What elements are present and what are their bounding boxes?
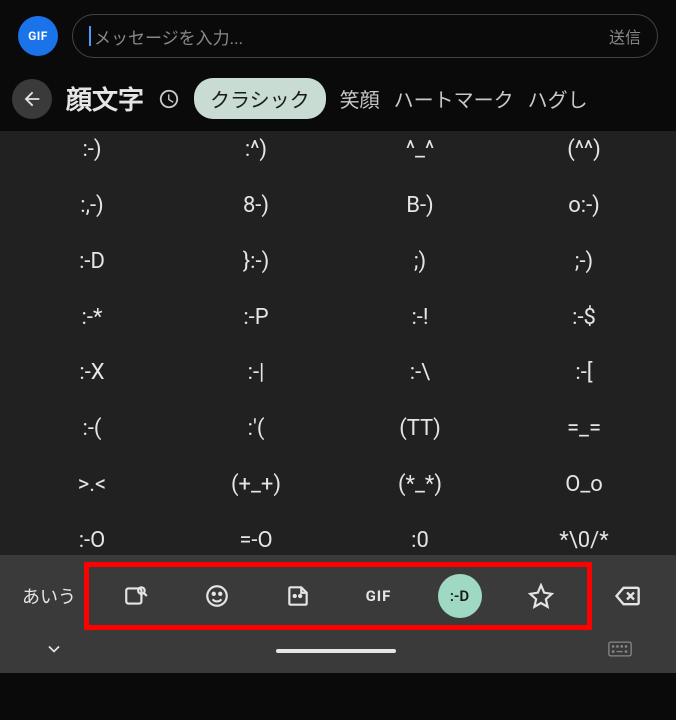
emoticon-cell[interactable]: >.< [10, 470, 174, 500]
category-bar: 顔文字 クラシック 笑顔 ハートマーク ハグし [0, 72, 676, 131]
system-nav-row [14, 625, 662, 667]
collapse-button[interactable] [44, 639, 64, 663]
emoticon-cell[interactable]: :-\ [338, 358, 502, 388]
arrow-left-icon [21, 88, 43, 110]
send-button[interactable]: 送信 [609, 24, 641, 48]
backspace-button[interactable] [592, 582, 662, 610]
emoji-icon [204, 583, 230, 609]
favorites-button[interactable] [519, 574, 563, 618]
emoticon-cell[interactable]: (TT) [338, 414, 502, 444]
emoticon-cell[interactable]: O_o [502, 470, 666, 500]
emoticon-cell[interactable]: :-O [10, 525, 174, 555]
backspace-icon [613, 582, 641, 610]
emoticon-cell[interactable]: :^) [174, 135, 338, 165]
emoticon-cell[interactable]: B-) [338, 191, 502, 221]
tab-heart[interactable]: ハートマーク [394, 84, 514, 113]
sticker-button[interactable] [276, 574, 320, 618]
recent-icon[interactable] [158, 88, 180, 110]
back-button[interactable] [12, 79, 52, 119]
emoticon-cell[interactable]: :-[ [502, 358, 666, 388]
emoticon-cell[interactable]: :-$ [502, 302, 666, 332]
emoticon-cell[interactable]: :-D [10, 247, 174, 277]
emoticon-cell[interactable]: =_= [502, 414, 666, 444]
emoticon-cell[interactable]: (^^) [502, 135, 666, 165]
emoticon-cell[interactable]: :-( [10, 414, 174, 444]
emoticon-grid: :-) :^) ^_^ (^^) :,-) 8-) B-) o:-) :-D }… [0, 131, 676, 555]
emoticon-cell[interactable]: *\0/* [502, 525, 666, 555]
tab-hug[interactable]: ハグし [528, 84, 588, 113]
emoticon-cell[interactable]: :-* [10, 302, 174, 332]
image-search-button[interactable] [114, 574, 158, 618]
tab-classic[interactable]: クラシック [194, 78, 326, 119]
emoticon-cell[interactable]: ;-) [502, 247, 666, 277]
sticker-icon [285, 583, 311, 609]
emoticon-cell[interactable]: :0 [338, 525, 502, 555]
emoticon-cell[interactable]: }:-) [174, 247, 338, 277]
emoticon-cell[interactable]: ;) [338, 247, 502, 277]
emoticon-cell[interactable]: ^_^ [338, 135, 502, 165]
emoticon-cell[interactable]: :,-) [10, 191, 174, 221]
emoticon-cell[interactable]: :-) [10, 135, 174, 165]
chevron-down-icon [44, 639, 64, 659]
text-cursor [89, 26, 91, 46]
emoticon-cell[interactable]: :-X [10, 358, 174, 388]
emoticon-cell[interactable]: :-| [174, 358, 338, 388]
emoticon-cell[interactable]: o:-) [502, 191, 666, 221]
emoticon-cell[interactable]: =-O [174, 525, 338, 555]
star-icon [528, 583, 554, 609]
page-title: 顔文字 [66, 80, 144, 117]
kana-switch[interactable]: あいう [14, 583, 84, 609]
tab-smile[interactable]: 笑顔 [340, 84, 380, 113]
emoticon-cell[interactable]: (+_+) [174, 470, 338, 500]
image-search-icon [123, 583, 149, 609]
emoticon-cell[interactable]: (*_*) [338, 470, 502, 500]
message-input[interactable]: メッセージを入力... 送信 [72, 14, 658, 58]
emoticon-cell[interactable]: 8-) [174, 191, 338, 221]
keyboard-switch-button[interactable] [608, 640, 632, 662]
input-placeholder: メッセージを入力... [94, 24, 243, 49]
gif-chip[interactable]: GIF [18, 16, 58, 56]
gif-button[interactable]: GIF [357, 574, 401, 618]
kaomoji-button[interactable]: :-D [438, 574, 482, 618]
emoticon-cell[interactable]: :-P [174, 302, 338, 332]
bottom-toolbar: あいう GIF :-D [0, 555, 676, 673]
highlighted-nav: GIF :-D [84, 562, 592, 630]
nav-handle[interactable] [276, 649, 396, 653]
keyboard-icon [608, 640, 632, 658]
emoticon-cell[interactable]: :'( [174, 414, 338, 444]
emoticon-cell[interactable]: :-! [338, 302, 502, 332]
emoji-button[interactable] [195, 574, 239, 618]
